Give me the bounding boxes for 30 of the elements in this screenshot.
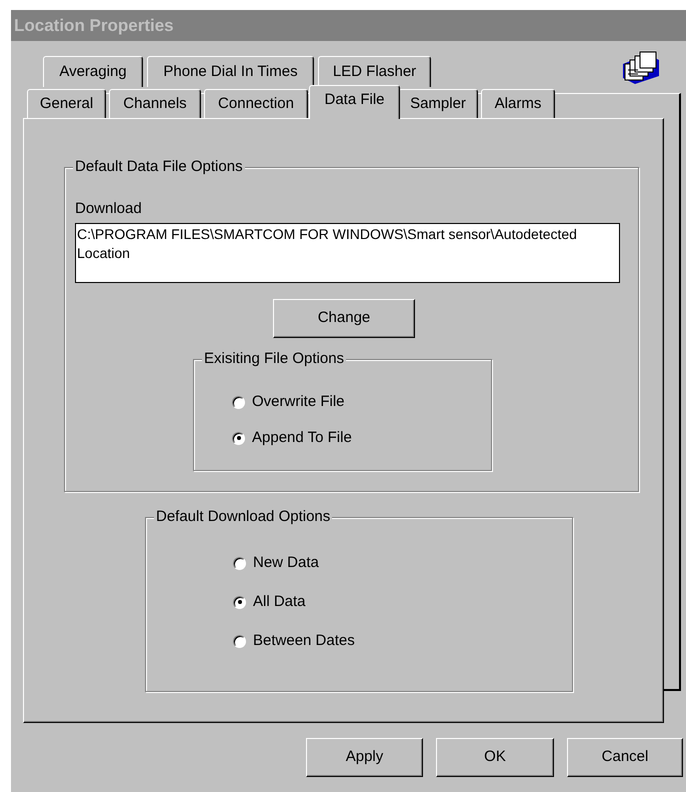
tab[interactable]: Channels <box>109 89 201 118</box>
radio-label[interactable]: Between Dates <box>253 630 355 652</box>
window-title: Location Properties <box>14 14 174 37</box>
dialog-button[interactable]: Cancel <box>567 738 683 777</box>
radio-label[interactable]: New Data <box>253 552 319 574</box>
group-title: Default Download Options <box>154 508 332 526</box>
tab[interactable]: Phone Dial In Times <box>147 56 314 87</box>
tab[interactable]: Data File <box>309 85 400 119</box>
radio-button[interactable] <box>233 634 246 648</box>
dialog-button[interactable]: OK <box>436 738 554 777</box>
group-title: Default Data File Options <box>73 158 245 176</box>
tab[interactable]: LED Flasher <box>318 56 431 87</box>
tab[interactable]: General <box>27 89 106 118</box>
radio-button[interactable] <box>232 396 245 408</box>
radio-label[interactable]: All Data <box>253 590 306 614</box>
cards-icon <box>621 50 661 86</box>
radio-label[interactable]: Append To File <box>252 426 352 450</box>
radio-label[interactable]: Overwrite File <box>252 390 345 414</box>
path-field[interactable]: C:\PROGRAM FILES\SMARTCOM FOR WINDOWS\Smart sensor\Autodetected Location <box>75 223 620 283</box>
change-button[interactable]: Change <box>273 299 415 338</box>
tab[interactable]: Averaging <box>43 56 143 87</box>
dialog-button[interactable]: Apply <box>306 738 423 777</box>
tab[interactable]: Alarms <box>481 89 555 118</box>
radio-button[interactable] <box>233 596 246 608</box>
radio-button[interactable] <box>233 556 246 570</box>
radio-button[interactable] <box>232 432 245 444</box>
tab[interactable]: Sampler <box>398 89 478 118</box>
tab[interactable]: Connection <box>204 89 308 118</box>
group-title: Exisiting File Options <box>202 350 346 368</box>
download-label: Download <box>75 200 142 218</box>
